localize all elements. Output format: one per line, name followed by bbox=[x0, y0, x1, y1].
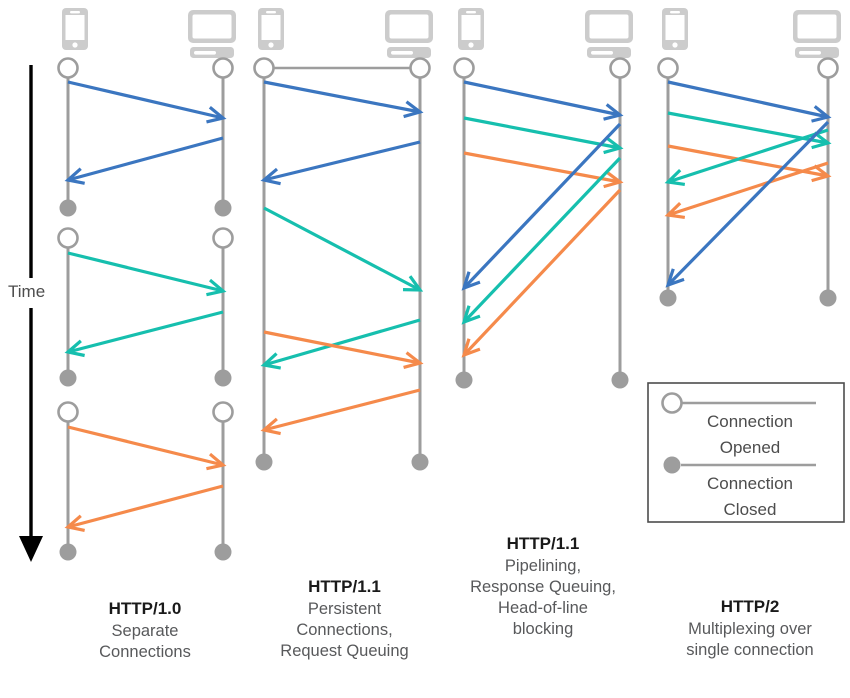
connection-opened-marker bbox=[57, 227, 79, 249]
message-line-request bbox=[463, 80, 621, 117]
legend: Connection Opened Connection Closed bbox=[647, 382, 845, 523]
column-subtitle-line: Connections, bbox=[296, 620, 393, 639]
time-axis-label: Time bbox=[8, 282, 46, 301]
message-line-request bbox=[463, 116, 621, 150]
column-title: HTTP/1.1 bbox=[506, 534, 580, 553]
connection-opened-marker bbox=[453, 57, 475, 79]
desktop-icon bbox=[793, 10, 841, 58]
column-subtitle-line: Multiplexing over bbox=[688, 619, 812, 638]
time-arrowhead-icon bbox=[19, 536, 43, 562]
column-subtitle-line: single connection bbox=[686, 640, 814, 659]
message-line-response bbox=[462, 188, 622, 357]
connection-opened-marker bbox=[253, 57, 275, 79]
connection-closed-marker bbox=[255, 453, 273, 471]
message-line-response bbox=[263, 140, 421, 182]
connection-closed-marker bbox=[411, 453, 429, 471]
connection-opened-marker bbox=[409, 57, 431, 79]
phone-icon bbox=[458, 8, 484, 50]
message-line-request bbox=[67, 251, 224, 293]
connection-closed-marker bbox=[819, 289, 837, 307]
message-line-request bbox=[67, 80, 224, 120]
message-line-request bbox=[67, 425, 224, 467]
connection-closed-marker bbox=[214, 199, 232, 217]
message-line-response bbox=[667, 161, 829, 217]
column-subtitle-line: Separate bbox=[111, 621, 179, 640]
message-line-response bbox=[67, 310, 224, 354]
message-line-response bbox=[462, 156, 622, 324]
connection-opened-marker bbox=[212, 401, 234, 423]
legend-label: Closed bbox=[724, 500, 777, 519]
message-line-response bbox=[667, 128, 829, 184]
column-subtitle-line: Head-of-line bbox=[498, 598, 588, 617]
message-line-response bbox=[462, 122, 622, 290]
connection-opened-marker bbox=[609, 57, 631, 79]
desktop-icon bbox=[385, 10, 433, 58]
connection-closed-marker bbox=[59, 369, 77, 387]
column-subtitle-line: Request Queuing bbox=[280, 641, 409, 660]
desktop-icon bbox=[188, 10, 236, 58]
time-axis bbox=[19, 65, 43, 562]
connection-closed-marker bbox=[59, 199, 77, 217]
connection-closed-marker bbox=[659, 289, 677, 307]
column-title: HTTP/2 bbox=[720, 597, 780, 616]
column-label-http2: HTTP/2 Multiplexing over single connecti… bbox=[655, 596, 845, 661]
column-subtitle-line: Pipelining, bbox=[504, 556, 582, 575]
legend-label: Connection bbox=[707, 474, 793, 493]
connection-opened-marker bbox=[57, 57, 79, 79]
open-circle-icon bbox=[661, 392, 683, 414]
message-line-response bbox=[263, 388, 421, 432]
diagram-canvas: Connection Opened Connection Closed Time HT… bbox=[0, 0, 850, 698]
column-subtitle-line: blocking bbox=[512, 620, 574, 639]
connection-opened-marker bbox=[212, 227, 234, 249]
message-line-request bbox=[263, 206, 421, 292]
phone-icon bbox=[258, 8, 284, 50]
column-subtitle-line: Connections bbox=[99, 642, 191, 661]
connection-closed-marker bbox=[611, 371, 629, 389]
phone-icon bbox=[62, 8, 88, 50]
connection-closed-marker bbox=[214, 369, 232, 387]
column-title: HTTP/1.0 bbox=[108, 599, 182, 618]
filled-circle-icon bbox=[663, 456, 681, 474]
connection-closed-marker bbox=[59, 543, 77, 561]
column-subtitle-line: Persistent bbox=[307, 599, 382, 618]
device-icon-row bbox=[62, 8, 841, 58]
column-label-http11-pipelining: HTTP/1.1 Pipelining, Response Queuing, H… bbox=[443, 533, 643, 640]
message-line-response bbox=[666, 120, 830, 287]
connection-opened-marker bbox=[657, 57, 679, 79]
connection-opened-marker bbox=[57, 401, 79, 423]
legend-label: Connection bbox=[707, 412, 793, 431]
connection-closed-marker bbox=[455, 371, 473, 389]
legend-label: Opened bbox=[720, 438, 781, 457]
phone-icon bbox=[662, 8, 688, 50]
connection-opened-marker bbox=[817, 57, 839, 79]
desktop-icon bbox=[585, 10, 633, 58]
message-line-request bbox=[463, 151, 621, 184]
column-label-http11-persistent: HTTP/1.1 Persistent Connections, Request… bbox=[252, 576, 437, 662]
column-title: HTTP/1.1 bbox=[308, 577, 381, 596]
column-subtitle-line: Response Queuing, bbox=[470, 577, 616, 596]
message-line-response bbox=[67, 484, 224, 529]
connection-opened-marker bbox=[212, 57, 234, 79]
column-label-http10: HTTP/1.0 Separate Connections bbox=[55, 598, 235, 663]
message-line-request bbox=[667, 80, 829, 119]
message-line-response bbox=[67, 136, 224, 182]
connection-closed-marker bbox=[214, 543, 232, 561]
message-line-request bbox=[263, 80, 421, 114]
